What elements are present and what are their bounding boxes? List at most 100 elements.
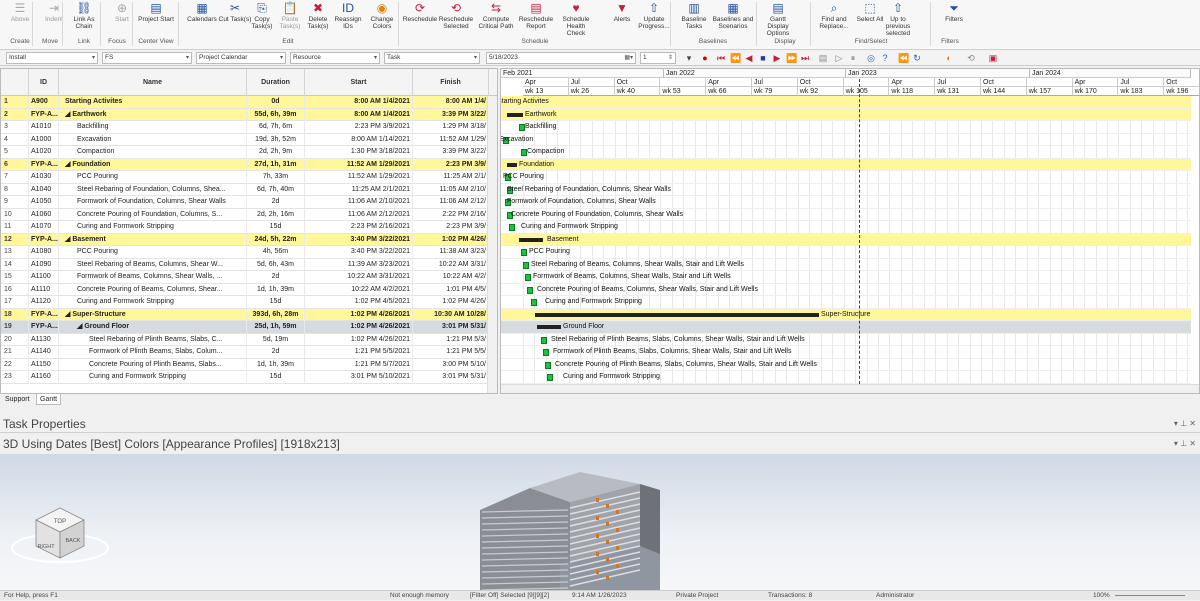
cell-start[interactable]: 1:21 PM 5/5/2021 [305, 346, 413, 359]
cell-dur[interactable]: 0d [247, 96, 305, 109]
cell-start[interactable]: 2:23 PM 2/16/2021 [305, 221, 413, 234]
cell-name[interactable]: PCC Pouring [59, 246, 247, 259]
filter-button[interactable]: ⏷ Filters [936, 1, 972, 24]
cell-num[interactable]: 9 [1, 196, 29, 209]
cell-dur[interactable]: 24d, 5h, 22m [247, 233, 305, 246]
gantt-row[interactable]: Starting Activites [501, 96, 1191, 109]
cell-name[interactable]: Formwork of Plinth Beams, Slabs, Colum..… [59, 346, 247, 359]
summary-bar[interactable] [507, 162, 517, 167]
gantt-row[interactable]: Basement [501, 233, 1191, 246]
cell-dur[interactable]: 15d [247, 371, 305, 384]
cell-name[interactable]: ◢ Earthwork [59, 108, 247, 121]
gantt-row[interactable]: Ground Floor [501, 321, 1191, 334]
cell-dur[interactable]: 6d, 7h, 6m [247, 121, 305, 134]
cell-id[interactable]: FYP-A... [29, 308, 59, 321]
cell-num[interactable]: 11 [1, 221, 29, 234]
task-bar[interactable] [523, 261, 529, 269]
gantt-row[interactable]: Compaction [501, 146, 1191, 159]
cell-dur[interactable]: 1d, 1h, 39m [247, 358, 305, 371]
resource-select[interactable]: Resource ▾ [290, 52, 380, 64]
cell-name[interactable]: Concrete Pouring of Beams, Columns, Shea… [59, 283, 247, 296]
cell-id[interactable]: A1040 [29, 183, 59, 196]
date-field[interactable]: 5/18/2023 ▦▾ [486, 52, 636, 64]
zoom-slider[interactable] [1115, 595, 1185, 596]
cell-num[interactable]: 21 [1, 346, 29, 359]
gantt-row[interactable]: Steel Rebaring of Beams, Columns, Shear … [501, 259, 1191, 271]
task-bar[interactable] [527, 286, 533, 294]
gantt-row[interactable]: Steel Rebaring of Plinth Beams, Slabs, C… [501, 334, 1191, 346]
help-icon[interactable]: ? [880, 53, 890, 63]
cell-id[interactable]: A1010 [29, 121, 59, 134]
cell-fin[interactable]: 2:22 PM 2/16/ [413, 208, 489, 221]
find-replace-button[interactable]: ⌕ Find and Replace... [816, 1, 852, 31]
cell-id[interactable]: FYP-A... [29, 108, 59, 121]
loop-icon[interactable]: ▤ [818, 53, 828, 63]
cell-num[interactable]: 3 [1, 121, 29, 134]
step-unit-icon[interactable]: ▾ [684, 53, 694, 63]
cell-start[interactable]: 3:40 PM 3/22/2021 [305, 246, 413, 259]
id-column-header[interactable]: ID [29, 69, 59, 96]
pause-icon[interactable]: ⏸ [848, 53, 858, 63]
cell-fin[interactable]: 3:39 PM 3/22/ [413, 108, 489, 121]
project-start-button[interactable]: ▤ Project Start [138, 1, 174, 24]
cell-num[interactable]: 13 [1, 246, 29, 259]
table-row[interactable]: 10 A1060 Concrete Pouring of Foundation, C… [1, 208, 497, 221]
table-row[interactable]: 15 A1100 Formwork of Beams, Columns, Shear… [1, 271, 497, 284]
cell-start[interactable]: 8:00 AM 1/4/2021 [305, 108, 413, 121]
close-icon[interactable]: ✕ [1189, 419, 1196, 428]
start-button[interactable]: ⊕ Start [104, 1, 140, 24]
cell-name[interactable]: Steel Rebaring of Beams, Columns, Shear … [59, 258, 247, 271]
viewcube[interactable]: TOP RIGHT BACK [35, 507, 85, 559]
gantt-row[interactable]: Super-Structure [501, 308, 1191, 321]
cell-name[interactable]: Steel Rebaring of Plinth Beams, Slabs, C… [59, 333, 247, 346]
play-icon[interactable]: ▶ [772, 53, 782, 63]
cell-name[interactable]: ◢ Ground Floor [59, 321, 247, 334]
step-forward-icon[interactable]: ⏩ [786, 53, 797, 63]
cell-name[interactable]: Formwork of Beams, Columns, Shear Walls,… [59, 271, 247, 284]
finish-column-header[interactable]: Finish [413, 69, 489, 96]
reschedule-selected-button[interactable]: ⟲ Reschedule Selected [438, 1, 474, 31]
panel-menu-icon[interactable]: ▾ [1174, 419, 1178, 428]
table-row[interactable]: 22 A1150 Concrete Pouring of Plinth Beams,… [1, 358, 497, 371]
cell-num[interactable]: 4 [1, 133, 29, 146]
cell-fin[interactable]: 3:00 PM 5/10/ [413, 358, 489, 371]
cell-dur[interactable]: 2d [247, 196, 305, 209]
task-bar[interactable] [545, 361, 551, 369]
settings-icon[interactable]: ◎ [866, 53, 876, 63]
gantt-row[interactable]: Backfilling [501, 121, 1191, 134]
calendar-select[interactable]: Project Calendar ▾ [196, 52, 286, 64]
cell-num[interactable]: 20 [1, 333, 29, 346]
cell-dur[interactable]: 27d, 1h, 31m [247, 158, 305, 171]
gantt-row[interactable]: PCC Pouring [501, 246, 1191, 259]
baseline-button[interactable]: ▥ Baseline Tasks [676, 1, 712, 31]
cell-start[interactable]: 11:25 AM 2/1/2021 [305, 183, 413, 196]
table-row[interactable]: 4 A1000 Excavation 19d, 3h, 52m 8:00 AM 1/14… [1, 133, 497, 146]
table-row[interactable]: 20 A1130 Steel Rebaring of Plinth Beams, S… [1, 333, 497, 346]
table-row[interactable]: 3 A1010 Backfilling 6d, 7h, 6m 2:23 PM 3/9/2… [1, 121, 497, 134]
summary-bar[interactable] [507, 112, 523, 117]
calendar-button[interactable]: ▦ Calendars [184, 1, 220, 24]
task-bar[interactable] [509, 224, 515, 231]
cell-fin[interactable]: 3:01 PM 5/31/ [413, 321, 489, 334]
cell-dur[interactable]: 6d, 7h, 40m [247, 183, 305, 196]
cell-num[interactable]: 17 [1, 296, 29, 309]
activity-type-select[interactable]: Install ▾ [6, 52, 98, 64]
cell-fin[interactable]: 1:02 PM 4/26/ [413, 233, 489, 246]
cell-fin[interactable]: 3:01 PM 5/31/ [413, 371, 489, 384]
tab-support[interactable]: Support [2, 394, 33, 405]
grid-vertical-scrollbar[interactable] [487, 96, 497, 393]
cell-start[interactable]: 8:00 AM 1/4/2021 [305, 96, 413, 109]
cell-name[interactable]: ◢ Super-Structure [59, 308, 247, 321]
tab-gantt[interactable]: Gantt [36, 394, 62, 405]
table-row[interactable]: 1 A900 Starting Activites 0d 8:00 AM 1/4/202… [1, 96, 497, 109]
cell-id[interactable]: A1130 [29, 333, 59, 346]
cell-name[interactable]: Curing and Formwork Stripping [59, 221, 247, 234]
panel-menu-icon[interactable]: ▾ [1174, 439, 1178, 448]
link-chain-button[interactable]: ⛓ Link As Chain [66, 1, 102, 31]
reassign-ids-button[interactable]: ID Reassign IDs [330, 1, 366, 31]
cell-name[interactable]: ◢ Basement [59, 233, 247, 246]
gantt-row[interactable]: Concrete Pouring of Beams, Columns, Shea… [501, 284, 1191, 296]
gantt-row[interactable]: Excavation [501, 134, 1191, 146]
task-bar[interactable] [543, 349, 549, 356]
cell-dur[interactable]: 7h, 33m [247, 171, 305, 184]
